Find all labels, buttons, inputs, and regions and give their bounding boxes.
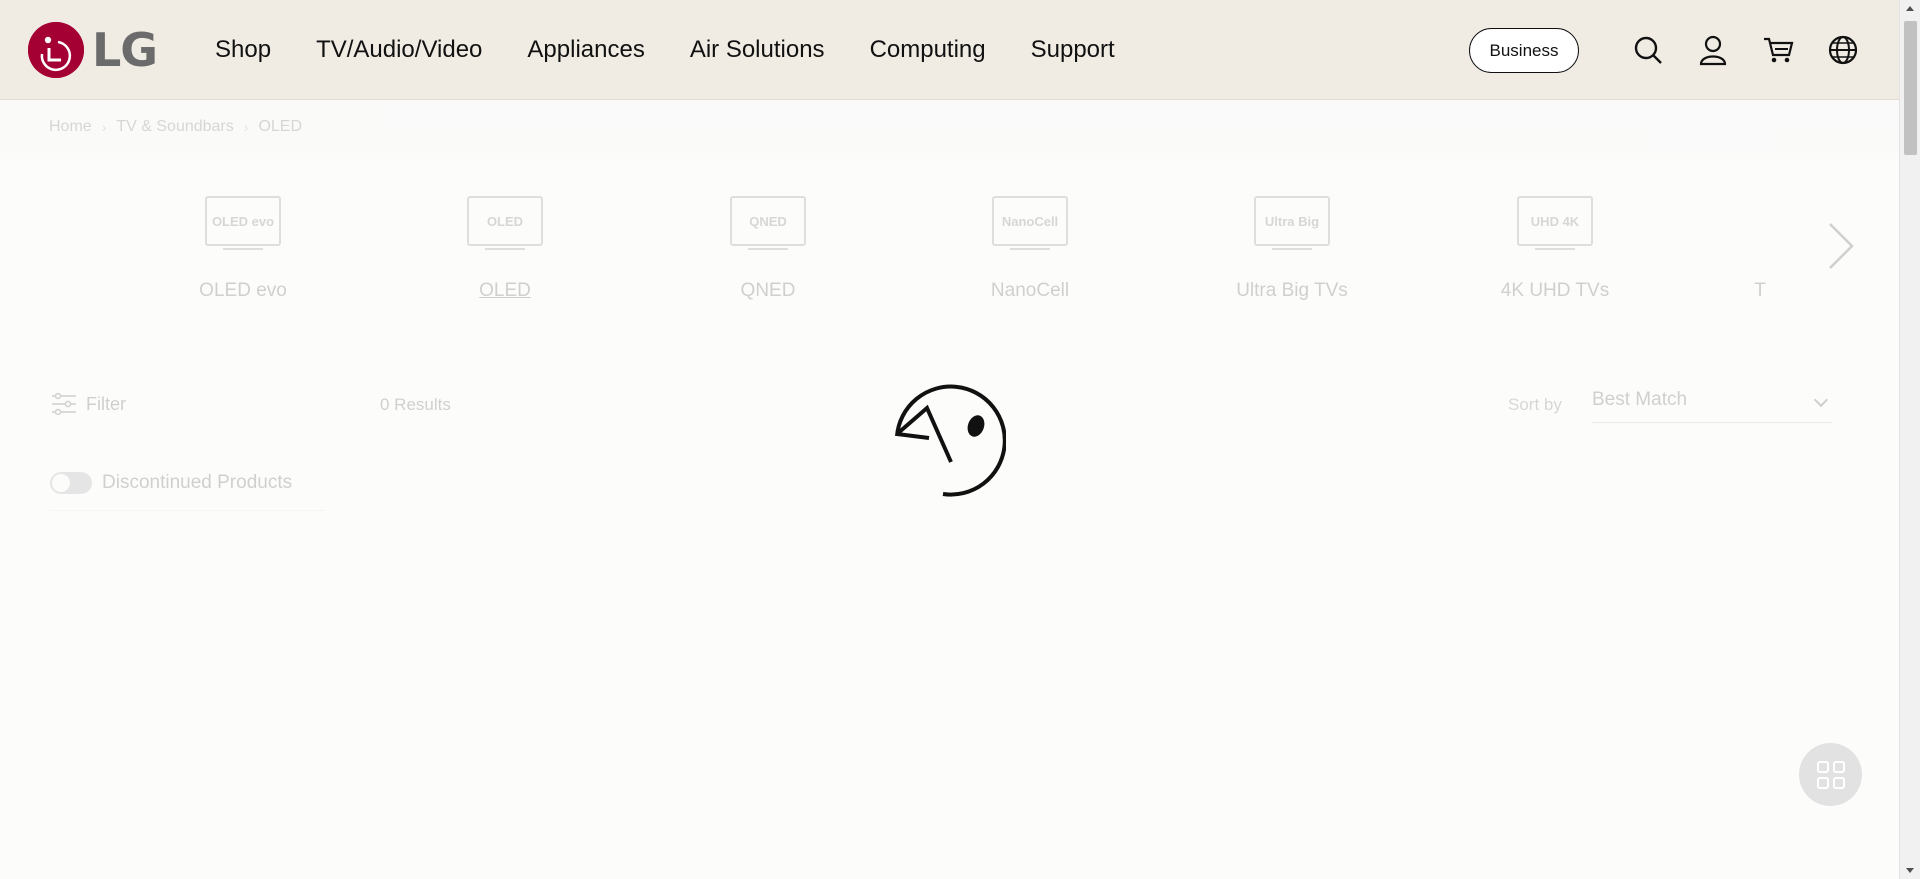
lg-logo[interactable]: LG [28,22,158,78]
category-oled[interactable]: OLED OLED [405,196,605,302]
chevron-right-icon: › [243,119,249,135]
tv-stand [485,248,525,250]
breadcrumb-current: OLED [258,118,303,135]
filter-sliders-icon [52,393,76,415]
category-spacer [1700,196,1820,250]
cart-icon[interactable] [1761,33,1795,67]
category-qned[interactable]: QNED QNED [668,196,868,302]
category-label: Ultra Big TVs [1236,280,1348,301]
nav-appliances[interactable]: Appliances [527,34,644,66]
tv-stand [223,248,263,250]
account-icon[interactable] [1696,33,1730,67]
grid-icon [1816,760,1845,789]
scroll-down-icon[interactable] [1906,868,1914,873]
tv-stand [1535,248,1575,250]
sort-value: Best Match [1592,389,1688,410]
breadcrumb-home[interactable]: Home [49,118,92,136]
breadcrumb-tv-soundbars[interactable]: TV & Soundbars [116,118,233,136]
lg-logo-icon [28,22,84,78]
scroll-thumb[interactable] [1904,21,1917,155]
category-oled-evo[interactable]: OLED evo OLED evo [143,196,343,302]
page-scrollbar[interactable] [1899,0,1920,879]
tv-icon: OLED evo [205,196,281,246]
tv-icon: NanoCell [992,196,1068,246]
discontinued-toggle-row: Discontinued Products [50,472,325,511]
category-ultra-big[interactable]: Ultra Big Ultra Big TVs [1192,196,1392,302]
business-button[interactable]: Business [1469,28,1579,73]
breadcrumb-bar: Home › TV & Soundbars › OLED [0,101,1899,153]
nav-air-solutions[interactable]: Air Solutions [690,34,825,66]
carousel-next-icon[interactable] [1825,221,1855,271]
nav-tv-audio-video[interactable]: TV/Audio/Video [316,34,482,66]
category-partial[interactable]: T [1700,196,1820,302]
discontinued-toggle[interactable] [50,472,92,494]
sort-select[interactable]: Best Match [1592,389,1832,423]
site-header: LG Shop TV/Audio/Video Appliances Air So… [0,0,1899,100]
tv-stand [748,248,788,250]
breadcrumb: Home › TV & Soundbars › OLED [49,118,302,136]
scroll-up-icon[interactable] [1906,6,1914,11]
nav-shop[interactable]: Shop [215,34,271,66]
lg-logo-text: LG [92,23,158,77]
chevron-right-icon: › [101,119,107,135]
nav-support[interactable]: Support [1031,34,1115,66]
tv-icon: OLED [467,196,543,246]
category-label: 4K UHD TVs [1500,280,1610,301]
globe-icon[interactable] [1826,33,1860,67]
tv-stand [1010,248,1050,250]
category-label: OLED [479,280,531,301]
search-icon[interactable] [1631,33,1665,67]
chevron-down-icon [1813,392,1829,408]
filter-label: Filter [86,393,126,414]
category-label: NanoCell [990,280,1070,301]
category-label: OLED evo [199,280,287,301]
discontinued-label: Discontinued Products [102,472,293,493]
quick-menu-button[interactable] [1799,743,1862,806]
nav-computing[interactable]: Computing [870,34,986,66]
category-label: QNED [740,280,796,301]
results-count: 0 Results [380,395,451,414]
toggle-knob [52,474,70,492]
main-nav: Shop TV/Audio/Video Appliances Air Solut… [215,34,1160,66]
category-label: T [1754,280,1766,301]
category-4k-uhd[interactable]: UHD 4K 4K UHD TVs [1455,196,1655,302]
tv-stand [1272,248,1312,250]
loading-spinner-icon [895,384,1006,497]
tv-icon: UHD 4K [1517,196,1593,246]
filter-button[interactable]: Filter [52,393,126,415]
category-carousel: OLED evo OLED evo OLED OLED QNED QNED Na… [0,196,1899,316]
category-nanocell[interactable]: NanoCell NanoCell [930,196,1130,302]
tv-icon: QNED [730,196,806,246]
sort-label: Sort by [1508,395,1562,414]
tv-icon: Ultra Big [1254,196,1330,246]
